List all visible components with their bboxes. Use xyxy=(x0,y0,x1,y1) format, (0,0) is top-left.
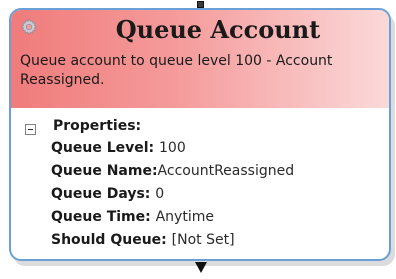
property-key: Queue Name: xyxy=(51,163,158,179)
workflow-canvas: Queue Account Queue account to queue lev… xyxy=(0,0,396,279)
properties-section: Properties: Queue Level: 100 Queue Name:… xyxy=(11,108,389,248)
property-key: Should Queue: xyxy=(51,232,172,248)
property-value: Anytime xyxy=(155,209,214,225)
property-value: AccountReassigned xyxy=(157,163,295,179)
property-value: 0 xyxy=(155,186,165,202)
property-key: Queue Level: xyxy=(51,140,160,156)
property-should-queue: Should Queue: [Not Set] xyxy=(51,232,235,248)
property-queue-days: Queue Days: 0 xyxy=(51,186,164,202)
queue-account-node[interactable]: Queue Account Queue account to queue lev… xyxy=(9,8,391,261)
collapse-icon[interactable] xyxy=(25,124,36,135)
input-connector[interactable] xyxy=(197,1,204,8)
property-queue-name: Queue Name:AccountReassigned xyxy=(51,163,294,179)
property-value: [Not Set] xyxy=(171,232,235,248)
node-header[interactable]: Queue Account Queue account to queue lev… xyxy=(11,10,389,108)
properties-heading: Properties: xyxy=(53,118,142,134)
property-key: Queue Time: xyxy=(51,209,156,225)
output-connector-arrow[interactable] xyxy=(195,262,207,273)
node-title: Queue Account xyxy=(115,15,321,44)
property-value: 100 xyxy=(159,140,186,156)
property-queue-time: Queue Time: Anytime xyxy=(51,209,214,225)
node-description: Queue account to queue level 100 - Accou… xyxy=(20,53,333,88)
property-key: Queue Days: xyxy=(51,186,156,202)
property-queue-level: Queue Level: 100 xyxy=(51,140,186,156)
